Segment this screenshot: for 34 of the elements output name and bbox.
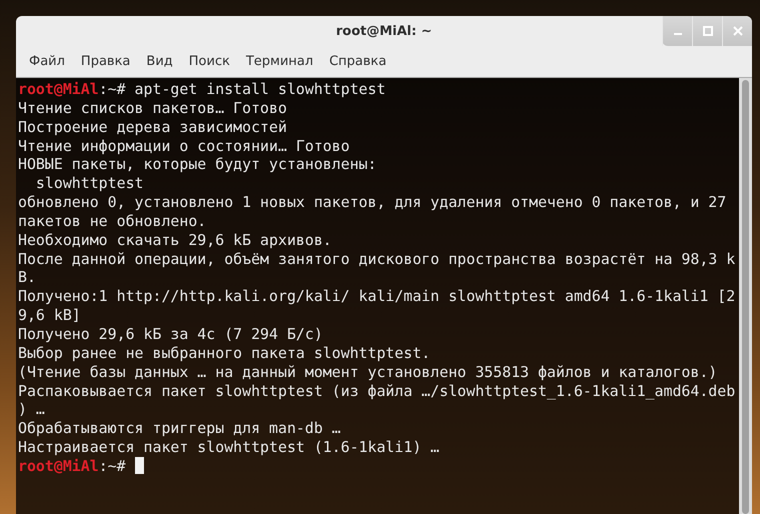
window-title: root@MiAl: ~ [336,24,432,38]
command-text: :~# apt-get install slowhttptest [98,80,386,98]
output-line: обновлено 0, установлено 1 новых пакетов, для удаления отмечено 0 пакетов, и 27 [18,193,726,212]
output-line: ) … [18,400,45,418]
scrollbar[interactable] [739,78,752,514]
maximize-icon [702,26,712,36]
menu-item[interactable]: Терминал [238,54,320,69]
output-line: НОВЫЕ пакеты, которые будут установлены: [18,155,377,174]
output-line: Получено 29,6 kБ за 4с (7 294 Б/c) [18,324,323,343]
command-text: :~# [98,456,127,475]
output-line: slowhttptest [34,174,144,192]
output-line: пакетов не обновлено. [18,212,206,230]
output-line: Настраивается пакет slowhttptest (1.6-1kali1) … [18,438,440,456]
close-icon [732,26,742,36]
output-line: (Чтение базы данных … на данный момент установлено 355813 файлов и каталогов.) [18,362,718,381]
output-line: Выбор ранее не выбранного пакета slowhttptest. [18,344,430,362]
output-line: После данной операции, объём занятого дискового пространства возрастёт на 98,3 k [18,250,736,268]
menu-item[interactable]: Вид [139,54,180,69]
output-line: Построение дерева зависимостей [18,118,287,136]
output-line: B. [18,268,36,286]
output-line: Чтение списков пакетов… Готово [18,98,287,117]
menu-item[interactable]: Правка [74,54,138,69]
output-line: 9,6 kB] [18,306,81,324]
prompt-user-host: root@MiAl [18,456,99,475]
output-line: Обрабатываются триггеры для man-db … [18,419,341,438]
menu-item[interactable]: Поиск [182,54,237,69]
menu-item[interactable]: Справка [322,54,394,69]
output-line: Необходимо скачать 29,6 kБ архивов. [18,230,332,249]
output-line: Чтение информации о состоянии… Готово [18,136,350,155]
minimize-icon [674,33,682,35]
menu-item[interactable]: Файл [22,54,72,69]
output-line: Распаковывается пакет slowhttptest (из файла …/slowhttptest_1.6-1kali1_amd64.deb [18,382,736,400]
output-line: Получено:1 http://http.kali.org/kali/ kali/main slowhttptest amd64 1.6-1kali1 [2 [18,287,736,306]
prompt-user-host: root@MiAl [18,80,99,98]
